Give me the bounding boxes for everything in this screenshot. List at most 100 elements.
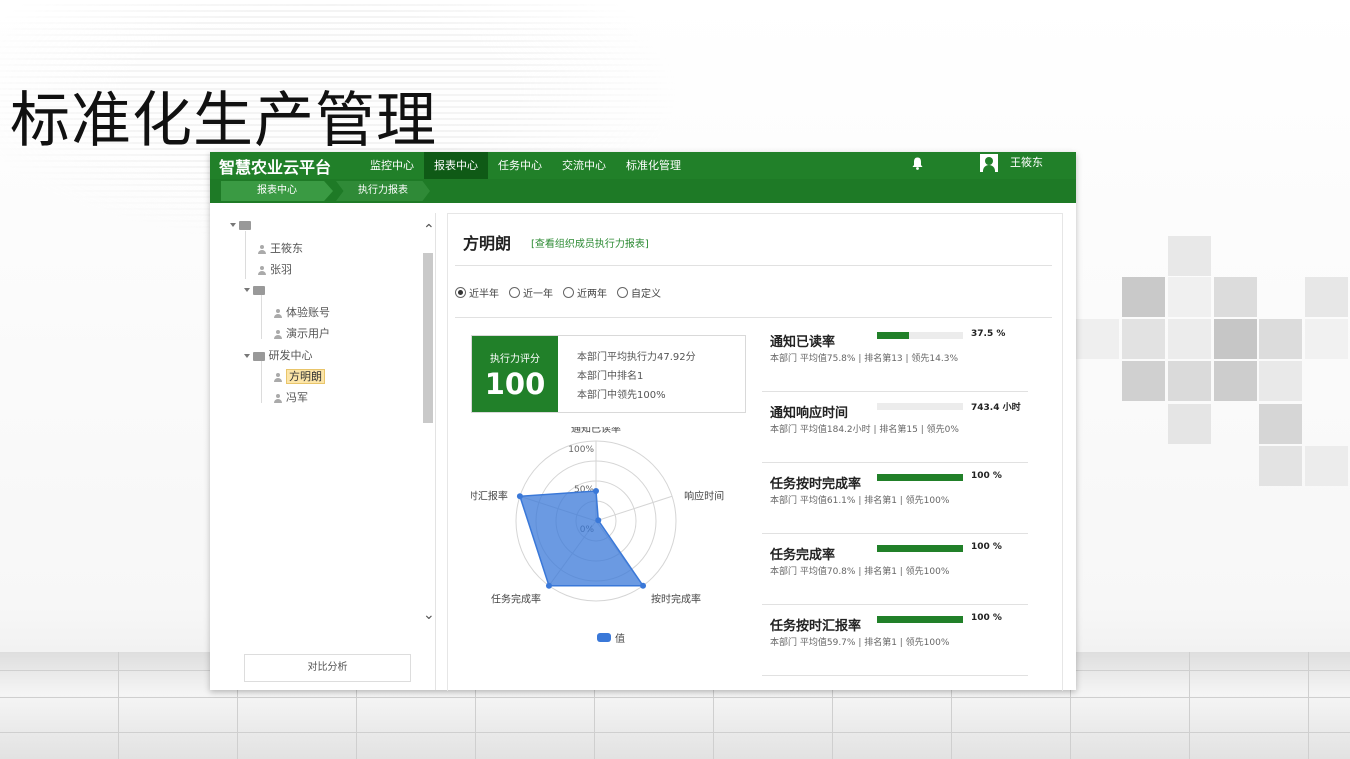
bell-icon[interactable] xyxy=(912,157,923,170)
metric-row: 任务按时完成率 100 % 本部门 平均值61.1% | 排名第1 | 领先100% xyxy=(762,462,1028,534)
person-icon xyxy=(274,393,282,403)
divider xyxy=(455,265,1052,266)
radar-axis-label: 通知已读率 xyxy=(571,427,621,435)
chevron-up-icon[interactable]: ⌃ xyxy=(423,223,435,237)
nav-tasks[interactable]: 任务中心 xyxy=(488,152,552,179)
metric-subtext: 本部门 平均值184.2小时 | 排名第15 | 领先0% xyxy=(770,425,959,435)
user-avatar-icon[interactable] xyxy=(980,154,998,172)
app-window: 智慧农业云平台 监控中心 报表中心 任务中心 交流中心 标准化管理 王筱东 报表… xyxy=(210,152,1076,691)
radar-ring-label: 100% xyxy=(568,445,594,455)
legend-label: 值 xyxy=(615,634,625,645)
metric-progress-fill xyxy=(877,545,963,552)
expand-caret-icon[interactable] xyxy=(244,354,250,358)
tree-line xyxy=(261,359,262,403)
tree-scrollbar[interactable]: ⌃ ⌄ xyxy=(421,223,435,628)
metric-row: 任务按时汇报率 100 % 本部门 平均值59.7% | 排名第1 | 领先100% xyxy=(762,604,1028,676)
period-radio-two-years[interactable]: 近两年 xyxy=(563,285,607,300)
chevron-down-icon[interactable]: ⌄ xyxy=(423,608,435,622)
metric-name: 任务按时完成率 xyxy=(770,477,862,492)
person-icon xyxy=(258,244,266,254)
radar-chart: 100%50%0%通知已读率响应时间按时完成率任务完成率按时汇报率 xyxy=(471,427,724,606)
execution-score-card: 执行力评分 100 本部门平均执行力47.92分 本部门中排名1 本部门中领先1… xyxy=(471,335,746,413)
nav-standardization[interactable]: 标准化管理 xyxy=(616,152,691,179)
period-radio-custom[interactable]: 自定义 xyxy=(617,285,661,300)
tree-node-person[interactable]: 体验账号 xyxy=(274,304,330,320)
radio-icon[interactable] xyxy=(563,287,574,298)
folder-icon xyxy=(253,285,265,295)
metric-value: 100 % xyxy=(971,613,1002,623)
score-details: 本部门平均执行力47.92分 本部门中排名1 本部门中领先100% xyxy=(577,348,696,405)
folder-icon xyxy=(239,220,251,230)
breadcrumb-execution-report[interactable]: 执行力报表 xyxy=(336,181,430,201)
score-value: 100 xyxy=(484,367,546,401)
metric-row: 通知已读率 37.5 % 本部门 平均值75.8% | 排名第13 | 领先14.3… xyxy=(762,320,1028,392)
radar-axis-label: 按时完成率 xyxy=(651,593,701,606)
chart-legend[interactable]: 值 xyxy=(597,630,625,645)
metric-row: 通知响应时间 743.4 小时 本部门 平均值184.2小时 | 排名第15 | 领… xyxy=(762,391,1028,463)
radio-icon[interactable] xyxy=(617,287,628,298)
nav-monitor[interactable]: 监控中心 xyxy=(360,152,424,179)
breadcrumb: 报表中心 执行力报表 xyxy=(210,179,1076,203)
radar-data-point xyxy=(516,493,523,500)
score-badge: 执行力评分 100 xyxy=(472,336,558,412)
tree-node-person[interactable]: 王筱东 xyxy=(258,240,303,256)
metric-progress-fill xyxy=(877,474,963,481)
tree-line xyxy=(261,295,262,339)
folder-icon xyxy=(253,351,265,361)
person-name: 方明朗 xyxy=(463,234,512,253)
top-navbar: 智慧农业云平台 监控中心 报表中心 任务中心 交流中心 标准化管理 王筱东 xyxy=(210,152,1076,179)
metric-progress-bar xyxy=(877,474,963,481)
radio-icon[interactable] xyxy=(509,287,520,298)
score-label: 执行力评分 xyxy=(490,354,540,365)
expand-caret-icon[interactable] xyxy=(230,223,236,227)
tree-node-folder[interactable] xyxy=(230,218,251,231)
expand-caret-icon[interactable] xyxy=(244,288,250,292)
period-radio-half-year[interactable]: 近半年 xyxy=(455,285,499,300)
app-logo: 智慧农业云平台 xyxy=(219,158,332,177)
metric-progress-bar xyxy=(877,616,963,623)
tree-node-person-selected[interactable]: 方明朗 xyxy=(274,368,325,384)
person-icon xyxy=(274,308,282,318)
metric-value: 100 % xyxy=(971,542,1002,552)
radio-icon[interactable] xyxy=(455,287,466,298)
main-nav: 监控中心 报表中心 任务中心 交流中心 标准化管理 xyxy=(360,152,691,179)
radar-data-point xyxy=(640,582,647,589)
compare-analysis-button[interactable]: 对比分析 xyxy=(244,654,411,682)
nav-reports[interactable]: 报表中心 xyxy=(424,152,488,179)
metric-value: 100 % xyxy=(971,471,1002,481)
person-icon xyxy=(274,329,282,339)
tree-node-person[interactable]: 冯军 xyxy=(274,389,308,405)
period-radio-one-year[interactable]: 近一年 xyxy=(509,285,553,300)
metric-name: 通知响应时间 xyxy=(770,406,849,421)
breadcrumb-reports[interactable]: 报表中心 xyxy=(221,181,333,201)
metric-subtext: 本部门 平均值75.8% | 排名第13 | 领先14.3% xyxy=(770,354,959,364)
radar-data-point xyxy=(595,517,602,524)
metric-row: 任务完成率 100 % 本部门 平均值70.8% | 排名第1 | 领先100% xyxy=(762,533,1028,605)
metric-progress-fill xyxy=(877,332,910,339)
metric-progress-bar xyxy=(877,403,963,410)
nav-communication[interactable]: 交流中心 xyxy=(552,152,616,179)
user-name[interactable]: 王筱东 xyxy=(1010,152,1043,174)
metric-subtext: 本部门 平均值59.7% | 排名第1 | 领先100% xyxy=(770,638,950,648)
metric-name: 通知已读率 xyxy=(770,335,836,350)
metric-progress-fill xyxy=(877,616,963,623)
radar-axis-label: 任务完成率 xyxy=(491,593,541,606)
metric-subtext: 本部门 平均值61.1% | 排名第1 | 领先100% xyxy=(770,496,950,506)
radar-axis-label: 按时汇报率 xyxy=(471,489,508,502)
view-members-report-link[interactable]: [查看组织成员执行力报表] xyxy=(531,235,649,250)
score-detail-line: 本部门平均执行力47.92分 xyxy=(577,352,696,363)
page-title: 标准化生产管理 xyxy=(10,86,437,156)
scroll-thumb[interactable] xyxy=(423,253,433,423)
floor-line xyxy=(0,732,1350,733)
tree-node-folder[interactable]: 研发中心 xyxy=(244,347,313,363)
org-tree-panel: 王筱东 张羽 体验账号 演示用户 研发中心 方明朗 冯军 ⌃ ⌄ 对比分析 xyxy=(220,213,436,690)
radar-data-point xyxy=(545,582,552,589)
floor-line xyxy=(0,697,1350,698)
radar-axis-line xyxy=(595,495,673,522)
tree-node-person[interactable]: 张羽 xyxy=(258,261,292,277)
tree-node-folder[interactable] xyxy=(244,283,265,296)
tree-node-person[interactable]: 演示用户 xyxy=(274,325,330,341)
radar-data-point xyxy=(593,488,599,494)
metric-subtext: 本部门 平均值70.8% | 排名第1 | 领先100% xyxy=(770,567,950,577)
legend-swatch xyxy=(597,633,611,642)
